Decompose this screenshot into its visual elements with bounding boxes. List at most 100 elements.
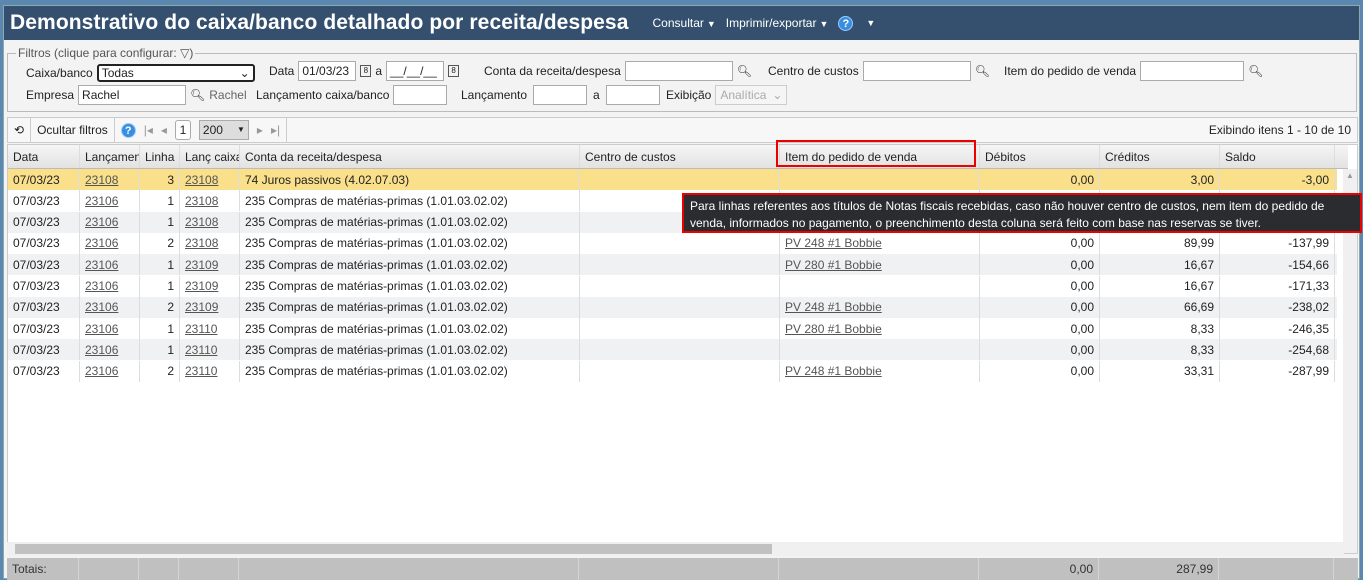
caixa-select[interactable]: Todas ⌄ <box>96 64 255 82</box>
column-header[interactable]: Centro de custos <box>580 145 780 168</box>
table-cell <box>580 296 780 318</box>
funnel-icon[interactable]: ▽ <box>180 46 189 60</box>
table-row[interactable]: 07/03/23 23106 1 23109 235 Compras de matéri… <box>8 254 1337 276</box>
table-cell: -238,02 <box>1220 296 1335 318</box>
column-header[interactable]: Linha <box>140 145 180 168</box>
cell-link[interactable]: 23108 <box>185 215 218 229</box>
exibicao-select[interactable]: Analítica ⌄ <box>715 85 788 105</box>
table-cell: 07/03/23 <box>8 296 80 318</box>
table-row[interactable]: 07/03/23 23106 2 23108 235 Compras de matéri… <box>8 232 1337 254</box>
table-cell: 33,31 <box>1100 360 1220 382</box>
calendar-icon[interactable]: 8 <box>360 65 372 77</box>
consultar-menu[interactable]: Consultar ▼ <box>653 16 716 30</box>
table-row[interactable]: 07/03/23 23106 2 23109 235 Compras de matéri… <box>8 296 1337 318</box>
help-icon[interactable]: ? <box>120 122 136 138</box>
first-page-icon[interactable]: |◂ <box>144 123 153 137</box>
column-header[interactable]: Data <box>8 145 80 168</box>
cell-link[interactable]: PV 280 #1 Bobbie <box>785 322 882 336</box>
totals-cell <box>79 558 139 580</box>
cell-link[interactable]: 23106 <box>85 343 118 357</box>
table-cell: 1 <box>140 254 180 276</box>
next-page-icon[interactable]: ▸ <box>257 123 263 137</box>
last-page-icon[interactable]: ▸| <box>271 123 280 137</box>
totals-cell <box>239 558 579 580</box>
table-cell <box>780 339 980 361</box>
empresa-input[interactable]: Rachel <box>78 85 187 105</box>
cell-link[interactable]: PV 248 #1 Bobbie <box>785 300 882 314</box>
prev-page-icon[interactable]: ◂ <box>161 123 167 137</box>
table-row[interactable]: 07/03/23 23108 3 23108 74 Juros passivos (4.… <box>8 169 1337 190</box>
centro-input[interactable] <box>862 61 971 81</box>
conta-input[interactable] <box>624 61 733 81</box>
table-cell: 89,99 <box>1100 232 1220 254</box>
search-icon[interactable]: 🔍︎ <box>1248 64 1263 78</box>
cell-link[interactable]: 23109 <box>185 279 218 293</box>
refresh-icon: ⟲ <box>14 123 25 137</box>
lanc-to-input[interactable] <box>605 85 660 105</box>
cell-link[interactable]: 23109 <box>185 300 218 314</box>
page-input[interactable]: 1 <box>174 120 191 140</box>
cell-link[interactable]: PV 248 #1 Bobbie <box>785 236 882 250</box>
search-icon[interactable]: 🔍︎ <box>975 64 990 78</box>
search-icon[interactable]: 🔍︎ <box>190 88 205 102</box>
totals-row: Totais: 0,00 287,99 <box>7 558 1358 580</box>
search-icon[interactable]: 🔍︎ <box>737 64 752 78</box>
table-cell: 74 Juros passivos (4.02.07.03) <box>240 169 580 190</box>
table-row[interactable]: 07/03/23 23106 1 23109 235 Compras de matéri… <box>8 275 1337 297</box>
cell-link[interactable]: 23109 <box>185 258 218 272</box>
imprimir-menu[interactable]: Imprimir/exportar ▼ <box>726 16 829 30</box>
cell-link[interactable]: 23106 <box>85 364 118 378</box>
cell-link[interactable]: 23108 <box>185 173 218 187</box>
table-row[interactable]: 07/03/23 23106 2 23110 235 Compras de matéri… <box>8 360 1337 382</box>
cell-link[interactable]: 23106 <box>85 236 118 250</box>
cell-link[interactable]: 23106 <box>85 300 118 314</box>
help-menu-caret-icon[interactable]: ▼ <box>866 18 875 28</box>
column-header[interactable]: Créditos <box>1100 145 1220 168</box>
column-header[interactable]: Lanç caixa <box>180 145 240 168</box>
lanc-from-input[interactable] <box>533 85 588 105</box>
cell-link[interactable]: PV 280 #1 Bobbie <box>785 258 882 272</box>
totals-cell: 287,99 <box>1099 558 1219 580</box>
cell-link[interactable]: 23110 <box>185 364 217 378</box>
help-icon[interactable]: ? <box>838 15 854 31</box>
table-cell: 235 Compras de matérias-primas (1.01.03.… <box>240 296 580 318</box>
cell-link[interactable]: 23108 <box>185 194 218 208</box>
cell-link[interactable]: 23108 <box>85 173 118 187</box>
table-cell: 235 Compras de matérias-primas (1.01.03.… <box>240 232 580 254</box>
table-cell: -154,66 <box>1220 254 1335 276</box>
data-from-input[interactable]: 01/03/23 <box>298 61 357 81</box>
data-to-input[interactable]: __/__/__ <box>386 61 445 81</box>
hide-filters-button[interactable]: Ocultar filtros <box>31 118 115 142</box>
table-cell: 0,00 <box>980 275 1100 297</box>
scroll-up-icon[interactable]: ▲ <box>1346 171 1354 180</box>
cell-link[interactable]: 23110 <box>185 343 217 357</box>
table-cell: 23106 <box>80 254 140 276</box>
lanc-caixa-input[interactable] <box>393 85 448 105</box>
horizontal-scrollbar[interactable] <box>7 542 1344 556</box>
cell-link[interactable]: 23108 <box>185 236 218 250</box>
table-row[interactable]: 07/03/23 23106 1 23110 235 Compras de matéri… <box>8 318 1337 340</box>
column-header[interactable]: Lançamento <box>80 145 140 168</box>
item-input[interactable] <box>1140 61 1245 81</box>
table-cell: 1 <box>140 318 180 340</box>
cell-link[interactable]: 23106 <box>85 194 118 208</box>
table-row[interactable]: 07/03/23 23106 1 23110 235 Compras de matéri… <box>8 339 1337 361</box>
filters-legend[interactable]: Filtros (clique para configurar: ▽) <box>16 46 195 60</box>
column-header[interactable]: Conta da receita/despesa <box>240 145 580 168</box>
cell-link[interactable]: 23106 <box>85 258 118 272</box>
cell-link[interactable]: 23106 <box>85 215 118 229</box>
calendar-icon[interactable]: 8 <box>448 65 460 77</box>
refresh-button[interactable]: ⟲ <box>8 118 32 142</box>
cell-link[interactable]: 23106 <box>85 279 118 293</box>
table-cell: 0,00 <box>980 360 1100 382</box>
table-cell: 07/03/23 <box>8 360 80 382</box>
cell-link[interactable]: 23110 <box>185 322 217 336</box>
cell-link[interactable]: PV 248 #1 Bobbie <box>785 364 882 378</box>
caret-down-icon: ▼ <box>237 125 245 134</box>
scrollbar-thumb[interactable] <box>15 544 772 554</box>
table-cell: 23109 <box>180 296 240 318</box>
column-header[interactable]: Saldo <box>1220 145 1335 168</box>
cell-link[interactable]: 23106 <box>85 322 118 336</box>
page-size-select[interactable]: 200 ▼ <box>198 120 249 140</box>
column-header[interactable]: Débitos <box>980 145 1100 168</box>
